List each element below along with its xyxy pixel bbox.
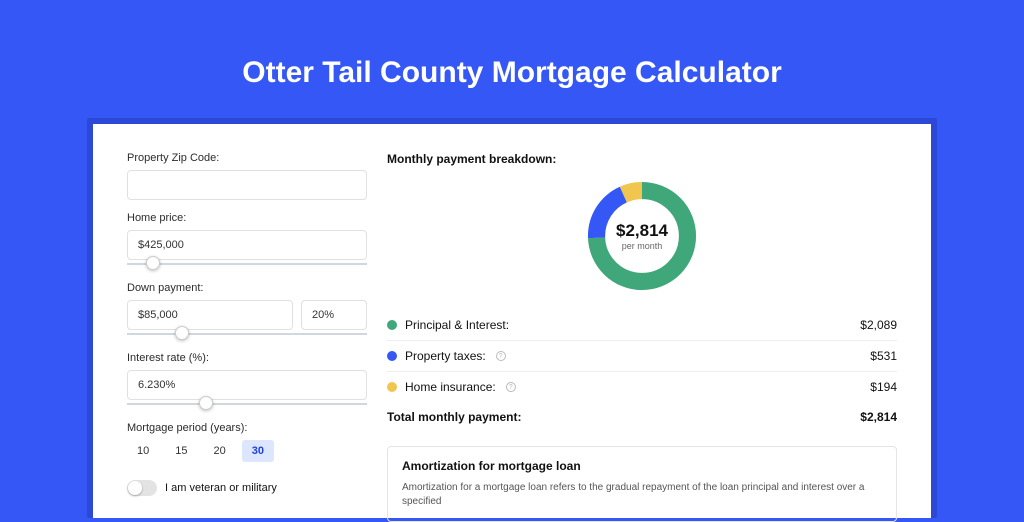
veteran-label: I am veteran or military: [165, 482, 277, 494]
info-icon[interactable]: ?: [496, 351, 506, 361]
legend-row: Principal & Interest: $2,089: [387, 310, 897, 341]
donut-chart: $2,814 per month: [582, 176, 702, 296]
rate-label: Interest rate (%):: [127, 352, 367, 364]
form-panel: Property Zip Code: Home price: Down paym…: [127, 152, 367, 518]
period-buttons: 10 15 20 30: [127, 440, 367, 462]
card-shadow: Property Zip Code: Home price: Down paym…: [87, 118, 937, 518]
veteran-row: I am veteran or military: [127, 480, 367, 496]
veteran-toggle[interactable]: [127, 480, 157, 496]
period-button-20[interactable]: 20: [204, 440, 236, 462]
zip-field: Property Zip Code:: [127, 152, 367, 200]
amort-title: Amortization for mortgage loan: [402, 459, 882, 473]
legend: Principal & Interest: $2,089 Property taxe…: [387, 310, 897, 402]
amort-text: Amortization for a mortgage loan refers …: [402, 481, 882, 509]
page-title: Otter Tail County Mortgage Calculator: [0, 56, 1024, 90]
rate-field: Interest rate (%):: [127, 352, 367, 410]
down-payment-label: Down payment:: [127, 282, 367, 294]
home-price-input[interactable]: [127, 230, 367, 260]
legend-label: Property taxes:: [405, 349, 486, 363]
legend-value: $194: [870, 380, 897, 394]
home-price-field: Home price:: [127, 212, 367, 270]
legend-row: Property taxes:? $531: [387, 341, 897, 372]
legend-value: $531: [870, 349, 897, 363]
period-button-30[interactable]: 30: [242, 440, 274, 462]
legend-dot: [387, 382, 397, 392]
zip-label: Property Zip Code:: [127, 152, 367, 164]
info-icon[interactable]: ?: [506, 382, 516, 392]
home-price-label: Home price:: [127, 212, 367, 224]
legend-label: Home insurance:: [405, 380, 496, 394]
period-button-15[interactable]: 15: [165, 440, 197, 462]
breakdown-panel: Monthly payment breakdown: $2,814 per mo…: [387, 152, 897, 518]
donut-area: $2,814 per month: [387, 172, 897, 310]
legend-total-value: $2,814: [860, 410, 897, 424]
legend-dot: [387, 351, 397, 361]
down-payment-slider[interactable]: [127, 328, 367, 340]
legend-row: Home insurance:? $194: [387, 372, 897, 402]
period-label: Mortgage period (years):: [127, 422, 367, 434]
amort-box: Amortization for mortgage loan Amortizat…: [387, 446, 897, 522]
legend-total-row: Total monthly payment: $2,814: [387, 402, 897, 432]
calculator-card: Property Zip Code: Home price: Down paym…: [93, 124, 931, 518]
legend-dot: [387, 320, 397, 330]
breakdown-title: Monthly payment breakdown:: [387, 152, 897, 166]
zip-input[interactable]: [127, 170, 367, 200]
rate-slider[interactable]: [127, 398, 367, 410]
period-field: Mortgage period (years): 10 15 20 30: [127, 422, 367, 462]
donut-sub: per month: [622, 241, 663, 251]
legend-value: $2,089: [860, 318, 897, 332]
down-payment-input[interactable]: [127, 300, 293, 330]
down-payment-pct-input[interactable]: [301, 300, 367, 330]
donut-amount: $2,814: [616, 221, 668, 241]
down-payment-field: Down payment:: [127, 282, 367, 340]
legend-total-label: Total monthly payment:: [387, 410, 521, 424]
period-button-10[interactable]: 10: [127, 440, 159, 462]
legend-label: Principal & Interest:: [405, 318, 509, 332]
home-price-slider[interactable]: [127, 258, 367, 270]
rate-input[interactable]: [127, 370, 367, 400]
